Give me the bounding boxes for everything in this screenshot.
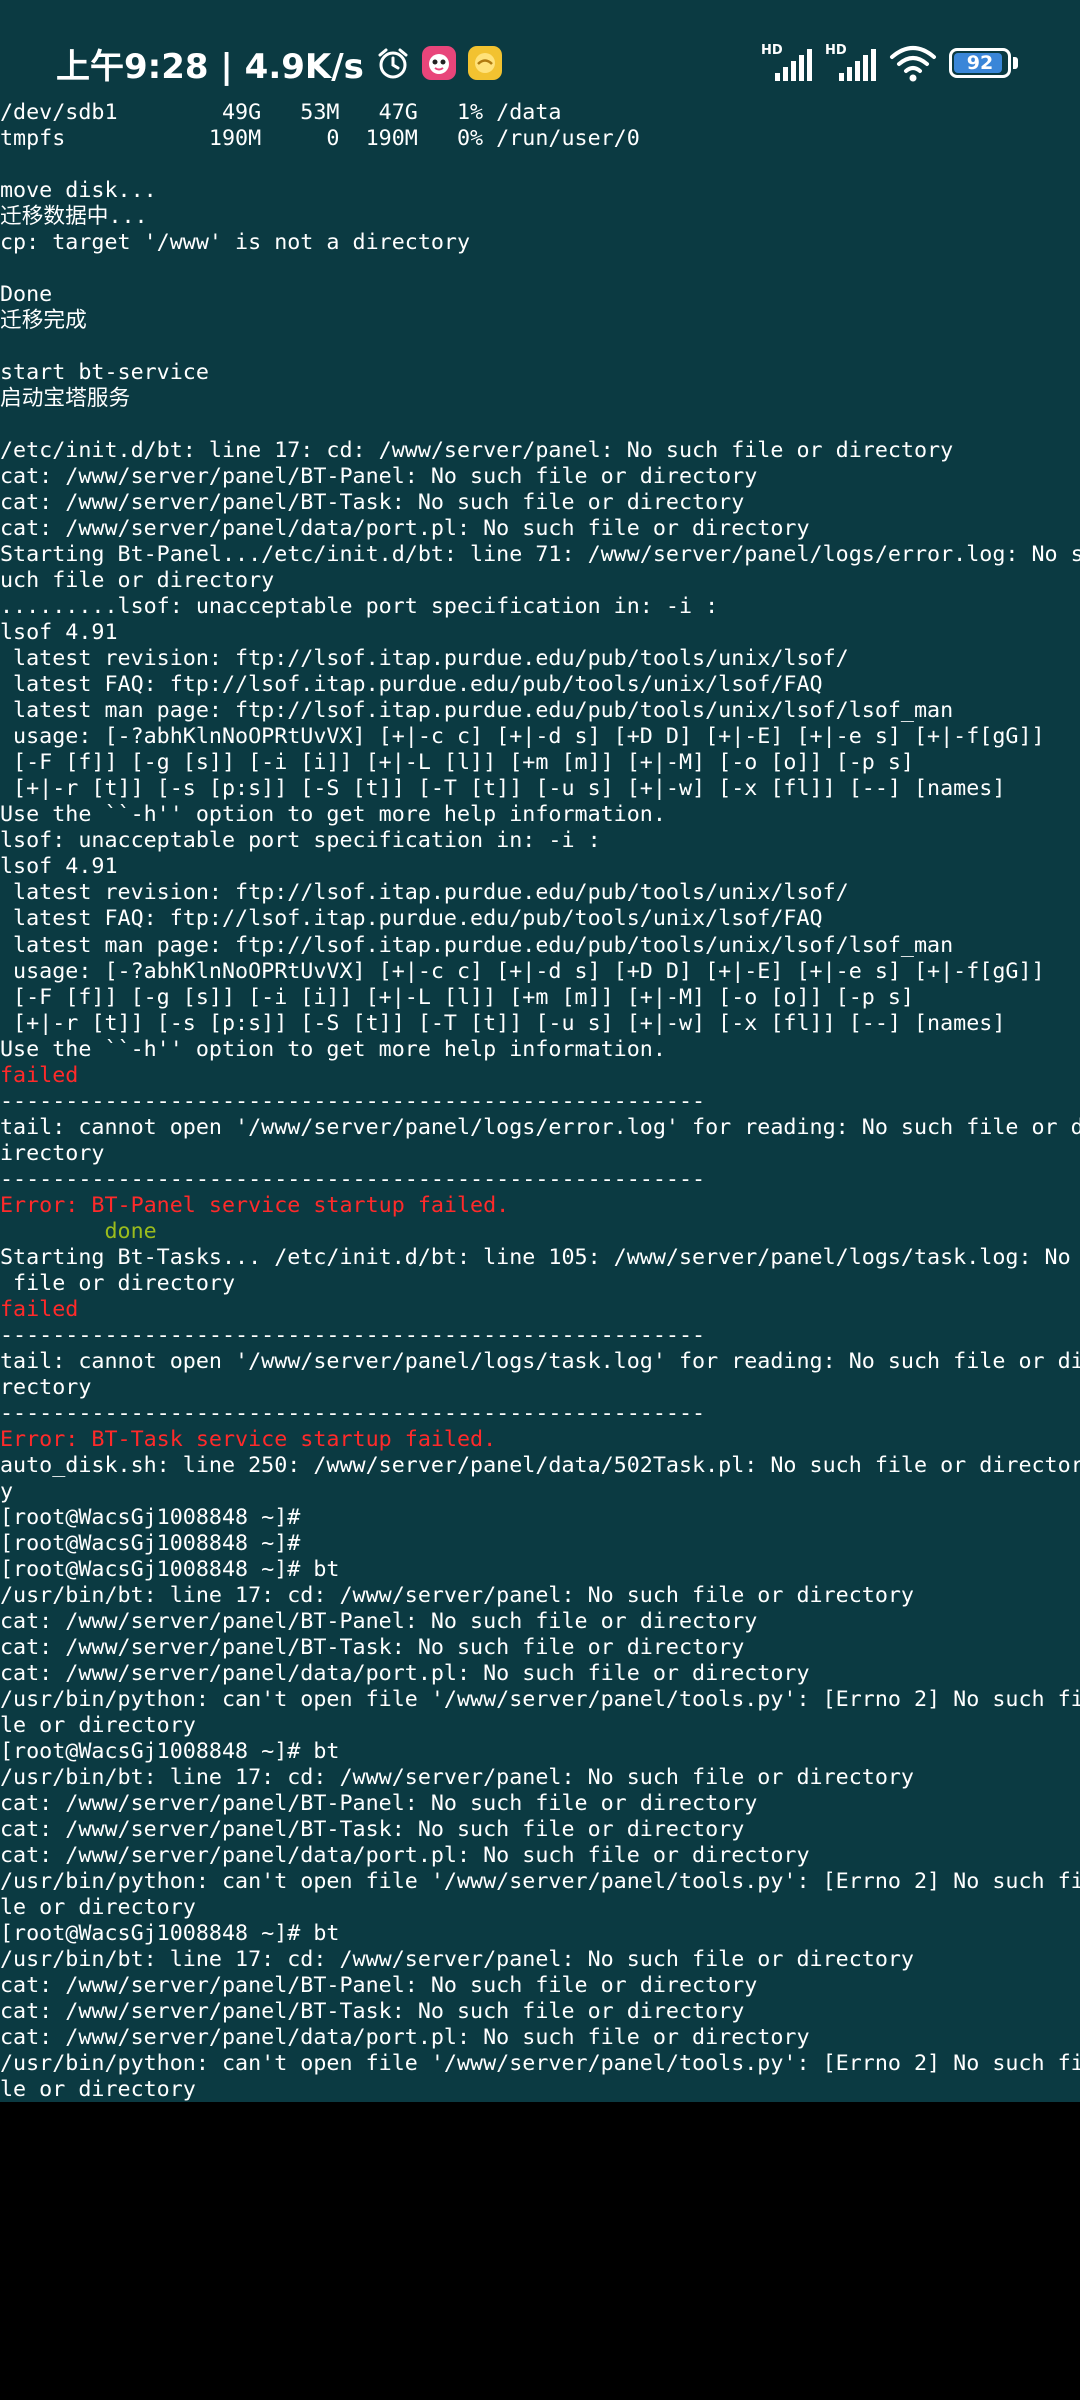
terminal-line: cat: /www/server/panel/BT-Panel: No such… bbox=[0, 1608, 758, 1634]
terminal-line: cat: /www/server/panel/data/port.pl: No … bbox=[0, 2025, 810, 2051]
terminal-line: .........lsof: unacceptable port specifi… bbox=[0, 594, 719, 620]
terminal-line: cp: target '/www' is not a directory bbox=[0, 230, 471, 256]
terminal-line: [-F [f]] [-g [s]] [-i [i]] [+|-L [l]] [+… bbox=[0, 984, 914, 1010]
terminal-line: 启动宝塔服务 bbox=[0, 386, 131, 412]
terminal-line: tail: cannot open '/www/server/panel/log… bbox=[0, 1348, 1080, 1374]
terminal-line: lsof 4.91 bbox=[0, 854, 118, 880]
terminal-line: /usr/bin/python: can't open file '/www/s… bbox=[0, 2051, 1080, 2077]
status-right: HD HD 92 bbox=[761, 40, 1018, 86]
terminal-line: cat: /www/server/panel/BT-Panel: No such… bbox=[0, 1791, 758, 1817]
terminal-line: latest FAQ: ftp://lsof.itap.purdue.edu/p… bbox=[0, 906, 823, 932]
terminal-line: done bbox=[0, 1218, 157, 1244]
terminal-line: y bbox=[0, 1478, 14, 1504]
terminal-line: lsof 4.91 bbox=[0, 620, 118, 646]
terminal-line: start bt-service bbox=[0, 360, 209, 386]
terminal-line: [root@WacsGj1008848 ~]# bt bbox=[0, 1921, 340, 1947]
terminal-line: latest man page: ftp://lsof.itap.purdue.… bbox=[0, 932, 954, 958]
terminal-line: usage: [-?abhKlnNoOPRtUvVX] [+|-c c] [+|… bbox=[0, 958, 1045, 984]
cellular-signal-1-icon: HD bbox=[761, 43, 813, 83]
terminal-line: tmpfs 190M 0 190M 0% /run/user/0 bbox=[0, 126, 640, 152]
terminal-line: [root@WacsGj1008848 ~]# bt bbox=[0, 1556, 340, 1582]
cellular-signal-2-icon: HD bbox=[825, 43, 877, 83]
terminal-line: Starting Bt-Panel.../etc/init.d/bt: line… bbox=[0, 542, 1080, 568]
terminal-line: cat: /www/server/panel/BT-Panel: No such… bbox=[0, 1973, 758, 1999]
terminal-output[interactable]: /dev/sdb1 49G 53M 47G 1% /data tmpfs 190M… bbox=[0, 100, 1080, 2102]
terminal-line: ----------------------------------------… bbox=[0, 1166, 706, 1192]
terminal-line: latest man page: ftp://lsof.itap.purdue.… bbox=[0, 698, 954, 724]
terminal-line: rectory bbox=[0, 1374, 92, 1400]
terminal-line: cat: /www/server/panel/BT-Panel: No such… bbox=[0, 464, 758, 490]
terminal-line: Use the ``-h'' option to get more help i… bbox=[0, 1036, 666, 1062]
terminal-line: [root@WacsGj1008848 ~]# bt bbox=[0, 1738, 340, 1764]
terminal-line: latest FAQ: ftp://lsof.itap.purdue.edu/p… bbox=[0, 672, 823, 698]
status-left: 上午9:28 | 4.9K/s bbox=[56, 38, 502, 88]
terminal-line: [+|-r [t]] [-s [p:s]] [-S [t]] [-T [t]] … bbox=[0, 1010, 1006, 1036]
terminal-line: le or directory bbox=[0, 1895, 196, 1921]
terminal-line: /usr/bin/python: can't open file '/www/s… bbox=[0, 1686, 1080, 1712]
terminal-line: ----------------------------------------… bbox=[0, 1088, 706, 1114]
app-icon-yellow bbox=[467, 46, 502, 80]
terminal-line: file or directory bbox=[0, 1270, 236, 1296]
terminal-line: le or directory bbox=[0, 2077, 196, 2102]
terminal-line: /etc/init.d/bt: line 17: cd: /www/server… bbox=[0, 438, 954, 464]
terminal-line: Use the ``-h'' option to get more help i… bbox=[0, 802, 666, 828]
battery-level: 92 bbox=[966, 52, 994, 74]
terminal-line: Error: BT-Task service startup failed. bbox=[0, 1426, 497, 1452]
terminal-line: latest revision: ftp://lsof.itap.purdue.… bbox=[0, 880, 849, 906]
terminal-line: move disk... bbox=[0, 178, 157, 204]
status-time-network-speed: 上午9:28 | 4.9K/s bbox=[56, 46, 364, 87]
terminal-line: Done bbox=[0, 282, 53, 308]
terminal-line: 迁移数据中... bbox=[0, 204, 148, 230]
terminal-line: cat: /www/server/panel/BT-Task: No such … bbox=[0, 1634, 745, 1660]
terminal-line: Starting Bt-Tasks... /etc/init.d/bt: lin… bbox=[0, 1244, 1071, 1270]
terminal-line: cat: /www/server/panel/BT-Task: No such … bbox=[0, 490, 745, 516]
alarm-icon bbox=[376, 46, 410, 80]
terminal-line: uch file or directory bbox=[0, 568, 275, 594]
terminal-line: le or directory bbox=[0, 1712, 196, 1738]
terminal-line: auto_disk.sh: line 250: /www/server/pane… bbox=[0, 1452, 1080, 1478]
terminal-line: /dev/sdb1 49G 53M 47G 1% /data bbox=[0, 100, 562, 125]
terminal-line: failed bbox=[0, 1062, 79, 1088]
terminal-line: cat: /www/server/panel/BT-Task: No such … bbox=[0, 1999, 745, 2025]
battery-cap bbox=[1013, 57, 1018, 69]
terminal-line: latest revision: ftp://lsof.itap.purdue.… bbox=[0, 646, 849, 672]
terminal-line: [-F [f]] [-g [s]] [-i [i]] [+|-L [l]] [+… bbox=[0, 750, 914, 776]
terminal-line: /usr/bin/python: can't open file '/www/s… bbox=[0, 1869, 1080, 1895]
terminal-line: tail: cannot open '/www/server/panel/log… bbox=[0, 1114, 1080, 1140]
status-bar: 上午9:28 | 4.9K/s HD HD 92 bbox=[0, 0, 1080, 104]
battery-icon: 92 bbox=[949, 48, 1011, 78]
terminal-line: ----------------------------------------… bbox=[0, 1322, 706, 1348]
terminal-line: cat: /www/server/panel/data/port.pl: No … bbox=[0, 516, 810, 542]
terminal-line: cat: /www/server/panel/data/port.pl: No … bbox=[0, 1660, 810, 1686]
terminal-line: failed bbox=[0, 1296, 79, 1322]
terminal-line: [root@WacsGj1008848 ~]# bbox=[0, 1530, 301, 1556]
terminal-line: [+|-r [t]] [-s [p:s]] [-S [t]] [-T [t]] … bbox=[0, 776, 1006, 802]
app-icon-pink bbox=[421, 46, 456, 80]
wifi-icon bbox=[889, 43, 937, 83]
terminal-line: [root@WacsGj1008848 ~]# bbox=[0, 1504, 301, 1530]
terminal-line: lsof: unacceptable port specification in… bbox=[0, 828, 601, 854]
terminal-line: Error: BT-Panel service startup failed. bbox=[0, 1192, 510, 1218]
terminal-line: /usr/bin/bt: line 17: cd: /www/server/pa… bbox=[0, 1947, 914, 1973]
terminal-line: 迁移完成 bbox=[0, 308, 87, 334]
terminal-line: cat: /www/server/panel/BT-Task: No such … bbox=[0, 1817, 745, 1843]
terminal-line: usage: [-?abhKlnNoOPRtUvVX] [+|-c c] [+|… bbox=[0, 724, 1045, 750]
terminal-line: /usr/bin/bt: line 17: cd: /www/server/pa… bbox=[0, 1765, 914, 1790]
terminal-line: ----------------------------------------… bbox=[0, 1400, 706, 1426]
terminal-line: cat: /www/server/panel/data/port.pl: No … bbox=[0, 1843, 810, 1869]
terminal-line: irectory bbox=[0, 1140, 105, 1166]
terminal-line: /usr/bin/bt: line 17: cd: /www/server/pa… bbox=[0, 1582, 914, 1608]
